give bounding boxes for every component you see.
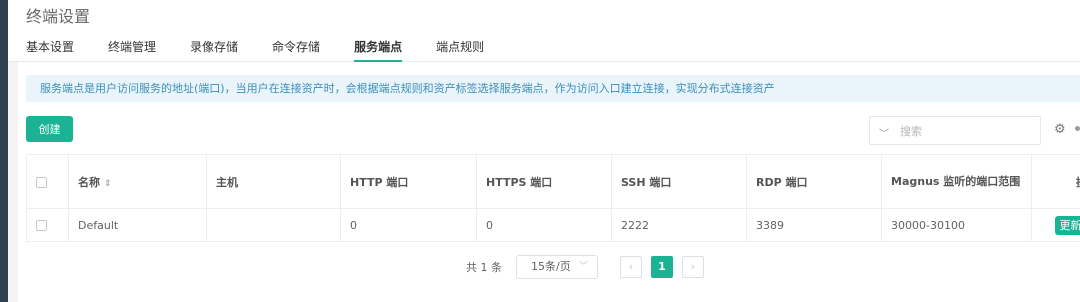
cell-actions: 更新 <box>1031 208 1080 242</box>
table-header-row: 名称 ⇕ 主机 HTTP 端口 HTTPS 端口 SSH 端口 RDP 端口 Ma… <box>26 154 1080 209</box>
row-select[interactable] <box>26 208 69 242</box>
main-content: 服务端点是用户访问服务的地址(端口)，当用户在连接资产时，会根据端点规则和资产标… <box>18 62 1080 302</box>
page-size-select[interactable]: 15条/页 ﹀ <box>516 255 598 279</box>
info-alert: 服务端点是用户访问服务的地址(端口)，当用户在连接资产时，会根据端点规则和资产标… <box>26 75 1080 102</box>
settings-tabs: 基本设置 终端管理 录像存储 命令存储 服务端点 端点规则 <box>26 38 518 62</box>
header-rdp-port: RDP 端口 <box>746 154 882 209</box>
header-http-port: HTTP 端口 <box>340 154 477 209</box>
page-size-value: 15条/页 <box>531 260 571 273</box>
header-name[interactable]: 名称 ⇕ <box>68 154 207 209</box>
chevron-down-icon[interactable]: ﹀ <box>879 125 889 140</box>
header-ssh-port: SSH 端口 <box>611 154 747 209</box>
header-name-label: 名称 <box>78 175 100 189</box>
gear-icon[interactable]: ⚙ <box>1054 122 1066 137</box>
cell-rdp-port: 3389 <box>746 208 882 242</box>
pagination-total: 共 1 条 <box>466 261 502 274</box>
header-https-port: HTTPS 端口 <box>476 154 612 209</box>
tab-service-endpoints[interactable]: 服务端点 <box>354 38 403 62</box>
prev-page-button[interactable]: ‹ <box>620 256 642 278</box>
cell-host <box>206 208 341 242</box>
tab-endpoint-rules[interactable]: 端点规则 <box>436 38 484 62</box>
create-button[interactable]: 创建 <box>26 116 73 142</box>
tab-basic-settings[interactable]: 基本设置 <box>26 38 74 62</box>
cell-magnus-port-range: 30000-30100 <box>881 208 1032 242</box>
sort-icon[interactable]: ⇕ <box>104 179 112 189</box>
endpoints-table: 名称 ⇕ 主机 HTTP 端口 HTTPS 端口 SSH 端口 RDP 端口 Ma… <box>26 154 1080 242</box>
more-icon[interactable] <box>1075 126 1080 131</box>
cell-https-port: 0 <box>476 208 612 242</box>
header-host: 主机 <box>206 154 341 209</box>
header-actions: 操 <box>1031 154 1080 209</box>
header-select-all[interactable] <box>26 154 69 209</box>
page-number-button[interactable]: 1 <box>651 256 673 278</box>
tab-replay-storage[interactable]: 录像存储 <box>190 38 238 62</box>
search-input[interactable] <box>900 122 1030 140</box>
page-header: 终端设置 基本设置 终端管理 录像存储 命令存储 服务端点 端点规则 <box>8 0 1080 62</box>
table-row: Default 0 0 2222 3389 30000-30100 更新 <box>26 208 1080 242</box>
header-magnus-port-range: Magnus 监听的端口范围 <box>881 154 1032 209</box>
select-all-checkbox[interactable] <box>36 176 47 188</box>
left-sidebar-edge <box>0 0 8 302</box>
page-title: 终端设置 <box>26 7 91 26</box>
chevron-down-icon: ﹀ <box>578 262 588 272</box>
search-box[interactable]: ﹀ <box>869 116 1041 145</box>
row-checkbox[interactable] <box>36 220 47 231</box>
tab-terminal-management[interactable]: 终端管理 <box>108 38 156 62</box>
cell-name[interactable]: Default <box>68 208 207 242</box>
cell-http-port: 0 <box>340 208 477 242</box>
update-button[interactable]: 更新 <box>1055 215 1080 235</box>
tab-command-storage[interactable]: 命令存储 <box>272 38 320 62</box>
cell-ssh-port: 2222 <box>611 208 747 242</box>
next-page-button[interactable]: › <box>682 256 704 278</box>
pagination: 共 1 条 15条/页 ﹀ ‹ 1 › <box>466 255 713 279</box>
